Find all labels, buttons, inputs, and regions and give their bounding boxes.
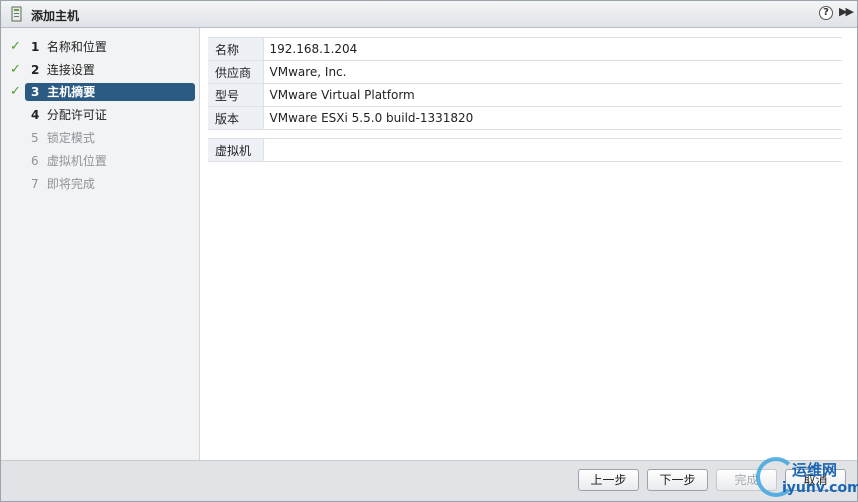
field-key: 型号 (208, 83, 264, 107)
check-icon: ✓ (10, 39, 21, 54)
field-key: 名称 (208, 37, 264, 61)
table-row: 型号 VMware Virtual Platform (208, 83, 842, 107)
step-number: 1 (31, 40, 40, 54)
step-number: 3 (31, 85, 40, 99)
dialog-title: 添加主机 (31, 9, 80, 23)
cancel-button[interactable]: 取消 (785, 469, 846, 491)
step-name-location[interactable]: 1 名称和位置 (25, 38, 195, 56)
field-key: 版本 (208, 106, 264, 130)
finish-button: 完成 (716, 469, 777, 491)
step-host-summary[interactable]: 3 主机摘要 (25, 83, 195, 101)
table-row: 虚拟机 (208, 138, 842, 162)
step-lockdown-mode: 5 锁定模式 (25, 129, 195, 147)
virtual-machines-table: 虚拟机 (208, 138, 842, 162)
step-label: 名称和位置 (46, 40, 107, 54)
step-label: 虚拟机位置 (46, 154, 107, 168)
step-number: 2 (31, 63, 40, 77)
version-value: VMware ESXi 5.5.0 build-1331820 (263, 106, 842, 130)
step-number: 5 (31, 131, 39, 145)
host-summary-table: 名称 192.168.1.204 供应商 VMware, Inc. 型号 VMw… (208, 37, 842, 130)
step-number: 7 (31, 177, 39, 191)
host-summary-content: 名称 192.168.1.204 供应商 VMware, Inc. 型号 VMw… (201, 28, 857, 460)
wizard-steps-panel: ✓ 1 名称和位置 ✓ 2 连接设置 ✓ 3 主机摘要 4 分配许可证 5 锁定… (1, 28, 200, 460)
step-label: 连接设置 (46, 63, 95, 77)
dialog-title-bar: 添加主机 ? ▶▶ (1, 1, 857, 28)
step-ready-to-complete: 7 即将完成 (25, 175, 195, 193)
field-key: 供应商 (208, 60, 264, 84)
step-assign-license[interactable]: 4 分配许可证 (25, 106, 195, 124)
dialog-footer: 上一步 下一步 完成 取消 (1, 460, 857, 501)
step-label: 即将完成 (46, 177, 95, 191)
table-row: 名称 192.168.1.204 (208, 37, 842, 61)
check-icon: ✓ (10, 62, 21, 77)
step-number: 4 (31, 108, 40, 122)
step-label: 主机摘要 (47, 85, 96, 99)
virtual-machines-value (263, 138, 842, 162)
host-name-value: 192.168.1.204 (263, 37, 842, 61)
field-key: 虚拟机 (208, 138, 264, 162)
vendor-value: VMware, Inc. (263, 60, 842, 84)
table-row: 版本 VMware ESXi 5.5.0 build-1331820 (208, 106, 842, 130)
next-button[interactable]: 下一步 (647, 469, 708, 491)
step-label: 锁定模式 (46, 131, 95, 145)
step-label: 分配许可证 (46, 108, 107, 122)
add-host-dialog: 添加主机 ? ▶▶ ✓ 1 名称和位置 ✓ 2 连接设置 ✓ 3 主机摘要 4 … (0, 0, 858, 502)
step-connection-settings[interactable]: 2 连接设置 (25, 61, 195, 79)
table-row: 供应商 VMware, Inc. (208, 60, 842, 84)
step-vm-location: 6 虚拟机位置 (25, 152, 195, 170)
host-icon (11, 6, 22, 22)
step-number: 6 (31, 154, 39, 168)
check-icon: ✓ (10, 84, 21, 99)
help-icon[interactable]: ? (819, 6, 833, 20)
expand-icon[interactable]: ▶▶ (839, 5, 854, 21)
model-value: VMware Virtual Platform (263, 83, 842, 107)
back-button[interactable]: 上一步 (578, 469, 639, 491)
